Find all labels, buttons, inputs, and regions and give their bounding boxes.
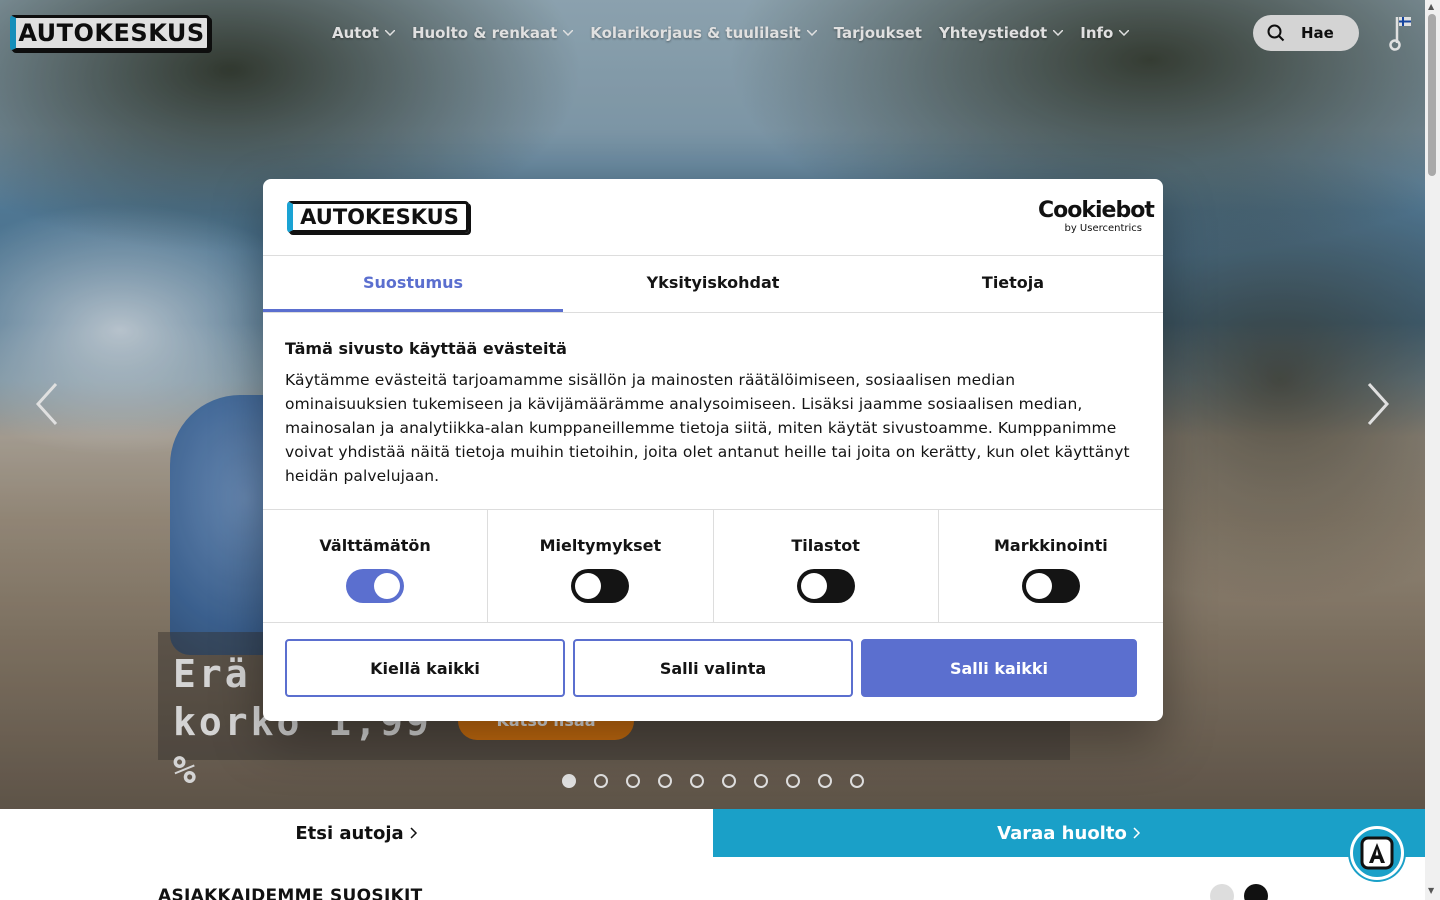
scroll-down-icon[interactable]: ▼	[1428, 886, 1434, 895]
category-label: Tilastot	[791, 536, 860, 555]
find-cars-label: Etsi autoja	[295, 822, 404, 844]
category-valttamaton: Välttämätön	[263, 510, 489, 622]
cookie-dialog-text: Käytämme evästeitä tarjoamamme sisällön …	[285, 371, 1130, 485]
brand-logo: AUTOKESKUS	[287, 201, 469, 233]
chevron-right-icon	[1133, 827, 1140, 839]
chevron-right-icon	[410, 827, 417, 839]
book-service-button[interactable]: Varaa huolto	[713, 809, 1425, 857]
cookie-categories: Välttämätön Mieltymykset Tilastot Markki…	[263, 510, 1163, 623]
scroll-up-icon[interactable]: ▲	[1428, 2, 1434, 11]
tab-suostumus[interactable]: Suostumus	[263, 256, 563, 312]
cookie-dialog-body: Tämä sivusto käyttää evästeitä Käytämme …	[263, 313, 1163, 510]
allow-all-button[interactable]: Salli kaikki	[861, 639, 1137, 697]
cookie-tabs: Suostumus Yksityiskohdat Tietoja	[263, 256, 1163, 313]
carousel-prev-button[interactable]	[1210, 884, 1234, 900]
necessary-toggle[interactable]	[346, 569, 405, 603]
accessibility-a-icon	[1360, 836, 1394, 870]
category-tilastot: Tilastot	[714, 510, 939, 622]
carousel-next-button[interactable]	[1244, 884, 1268, 900]
category-label: Mieltymykset	[539, 536, 662, 555]
deny-all-button[interactable]: Kiellä kaikki	[285, 639, 565, 697]
category-label: Välttämätön	[319, 536, 431, 555]
section-heading: ASIAKKAIDEMME SUOSIKIT	[158, 886, 423, 900]
category-mieltymykset: Mieltymykset	[488, 510, 714, 622]
cookiebot-subtext: by Usercentrics	[1064, 223, 1142, 234]
tab-tietoja[interactable]: Tietoja	[863, 256, 1163, 312]
cookie-dialog-header: AUTOKESKUS Cookiebot by Usercentrics	[263, 179, 1163, 256]
page-scrollbar[interactable]: ▲ ▼	[1425, 0, 1440, 900]
cookie-dialog-title: Tämä sivusto käyttää evästeitä	[285, 339, 567, 358]
book-service-label: Varaa huolto	[997, 822, 1127, 844]
cookie-actions: Kiellä kaikki Salli valinta Salli kaikki	[263, 623, 1163, 697]
category-markkinointi: Markkinointi	[939, 510, 1163, 622]
find-cars-button[interactable]: Etsi autoja	[0, 809, 713, 857]
cookiebot-logo[interactable]: Cookiebot by Usercentrics	[1038, 198, 1155, 235]
marketing-toggle[interactable]	[1021, 569, 1080, 603]
category-label: Markkinointi	[993, 536, 1108, 555]
accessibility-icon[interactable]	[1350, 826, 1404, 880]
cookie-consent-dialog: AUTOKESKUS Cookiebot by Usercentrics Suo…	[263, 179, 1163, 721]
statistics-toggle[interactable]	[796, 569, 855, 603]
scrollbar-thumb[interactable]	[1428, 14, 1436, 176]
preferences-toggle[interactable]	[571, 569, 630, 603]
cookiebot-wordmark: Cookiebot	[1038, 198, 1155, 223]
allow-selection-button[interactable]: Salli valinta	[573, 639, 853, 697]
tab-yksityiskohdat[interactable]: Yksityiskohdat	[563, 256, 863, 312]
